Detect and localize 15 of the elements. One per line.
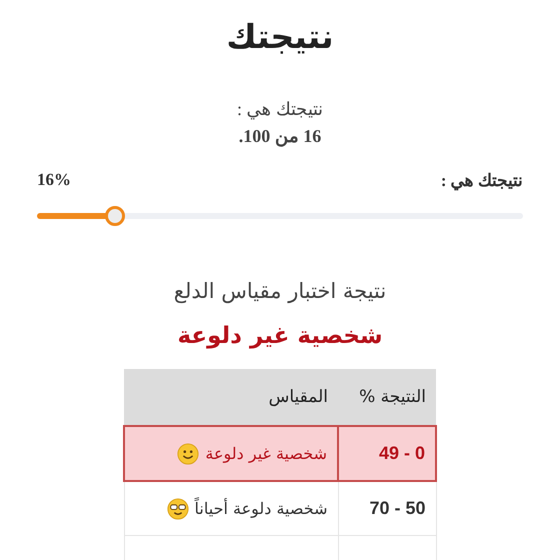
result-heading: نتيجة اختبار مقياس الدلع	[174, 279, 386, 303]
description-text: شخصية دلوعة أحياناً	[194, 499, 328, 518]
meter-label: نتيجتك هي :	[440, 170, 523, 191]
range-text: 50 - 70	[369, 498, 426, 518]
score-label: نتيجتك هي :	[237, 98, 324, 122]
glasses-face-icon	[166, 498, 189, 520]
column-header: النتيجة %	[338, 369, 436, 426]
meter-reading: 16%	[37, 170, 71, 191]
score-text: 16 من 100.	[238, 125, 322, 149]
result-verdict: شخصية غير دلوعة	[177, 323, 383, 349]
page-title: نتيجتك	[226, 16, 334, 58]
range-text: 0 - 49	[378, 443, 425, 463]
column-header: المقياس	[124, 369, 338, 426]
smiley-icon	[177, 442, 200, 464]
description-text: شخصية غير دلوعة	[205, 444, 327, 463]
